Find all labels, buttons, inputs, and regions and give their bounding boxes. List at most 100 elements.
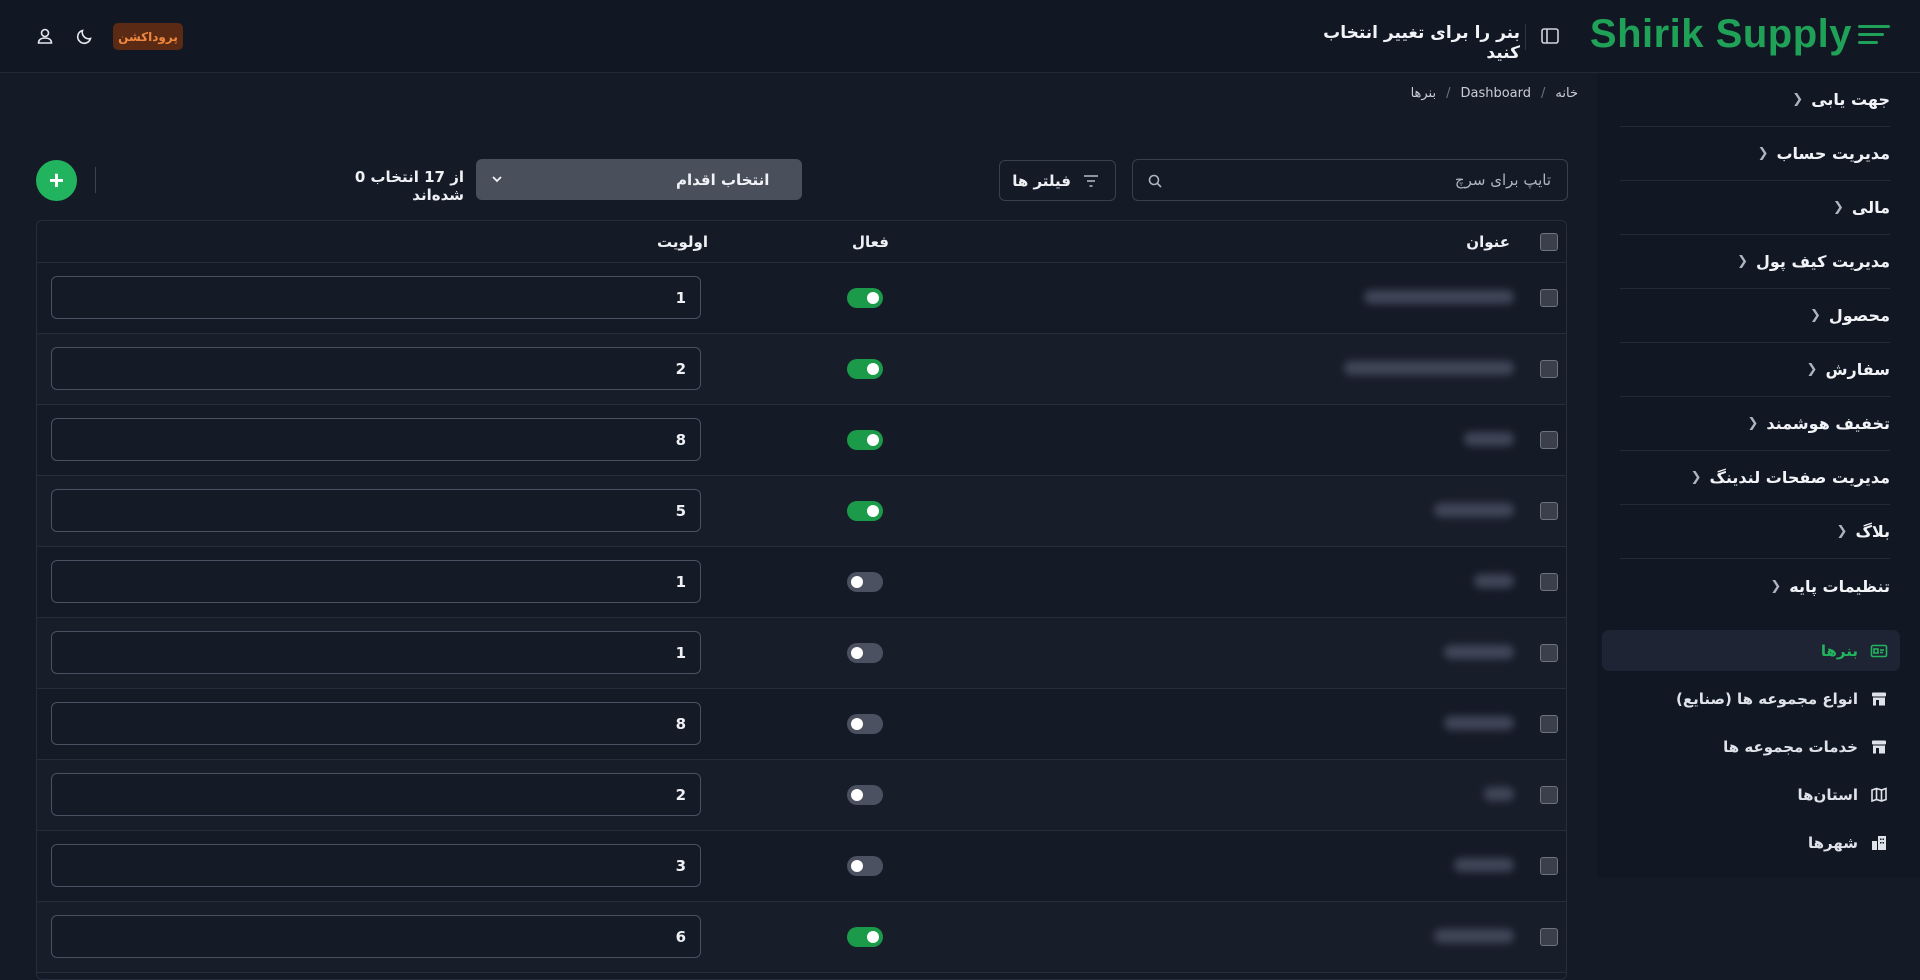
priority-input[interactable] — [51, 844, 701, 887]
sidebar-group-label: مدیریت صفحات لندینگ — [1709, 468, 1891, 487]
row-checkbox[interactable] — [1540, 928, 1558, 946]
sidebar: ❯ جهت یابی ❯ مدیریت حساب ❯ مالی ❯ مدیریت کیف… — [1597, 73, 1920, 878]
chevron-icon: ❯ — [1792, 92, 1804, 107]
store-icon — [1872, 692, 1886, 705]
active-toggle[interactable] — [847, 643, 883, 663]
sidebar-group-label: جهت یابی — [1811, 90, 1890, 109]
priority-input[interactable] — [51, 773, 701, 816]
row-title-blurred[interactable] — [1444, 645, 1514, 659]
user-icon[interactable] — [35, 26, 55, 46]
table-row — [37, 760, 1566, 831]
active-toggle[interactable] — [847, 572, 883, 592]
table-row — [37, 902, 1566, 973]
sidebar-group-blog[interactable]: ❯ بلاگ — [1620, 505, 1890, 559]
sidebar-item-industries[interactable]: انواع مجموعه ها (صنایع) — [1602, 678, 1900, 719]
action-select[interactable]: انتخاب اقدام — [476, 159, 802, 200]
moon-icon[interactable] — [75, 26, 95, 46]
row-checkbox[interactable] — [1540, 289, 1558, 307]
row-checkbox[interactable] — [1540, 857, 1558, 875]
priority-input[interactable] — [51, 560, 701, 603]
sidebar-group-orders[interactable]: ❯ سفارش — [1620, 343, 1890, 397]
active-toggle[interactable] — [847, 714, 883, 734]
search-icon — [1148, 174, 1162, 188]
filter-button[interactable]: فیلتر ها — [999, 160, 1116, 201]
sidebar-group-label: محصول — [1828, 306, 1890, 325]
toggle-knob — [867, 292, 879, 304]
logo[interactable]: Shirik Supply — [1590, 12, 1890, 57]
sidebar-group-label: مالی — [1851, 198, 1890, 217]
row-checkbox[interactable] — [1540, 360, 1558, 378]
priority-input[interactable] — [51, 489, 701, 532]
row-checkbox[interactable] — [1540, 786, 1558, 804]
breadcrumb-home[interactable]: خانه — [1555, 86, 1578, 101]
row-title-blurred[interactable] — [1484, 787, 1514, 801]
row-checkbox[interactable] — [1540, 502, 1558, 520]
chevron-icon: ❯ — [1747, 416, 1759, 431]
filter-icon — [1084, 174, 1098, 187]
table-row — [37, 334, 1566, 405]
active-toggle[interactable] — [847, 785, 883, 805]
row-title-blurred[interactable] — [1344, 361, 1514, 375]
chevron-icon: ❯ — [1832, 200, 1844, 215]
sidebar-item-cities[interactable]: شهرها — [1602, 822, 1900, 863]
sidebar-group-base-settings[interactable]: ❯ تنظیمات پایه — [1620, 559, 1890, 613]
select-all-checkbox[interactable] — [1540, 233, 1558, 251]
breadcrumb-dashboard[interactable]: Dashboard — [1460, 86, 1531, 101]
toggle-knob — [851, 860, 863, 872]
sidebar-item-banners[interactable]: بنرها — [1602, 630, 1900, 671]
priority-input[interactable] — [51, 276, 701, 319]
row-checkbox[interactable] — [1540, 715, 1558, 733]
sidebar-group-finance[interactable]: ❯ مالی — [1620, 181, 1890, 235]
sidebar-group-wallet[interactable]: ❯ مدیریت کیف پول — [1620, 235, 1890, 289]
active-toggle[interactable] — [847, 288, 883, 308]
logo-text: Shirik Supply — [1589, 12, 1852, 56]
row-checkbox[interactable] — [1540, 573, 1558, 591]
row-title-blurred[interactable] — [1434, 503, 1514, 517]
sidebar-group-accounts[interactable]: ❯ مدیریت حساب — [1620, 127, 1890, 181]
buildings-icon — [1872, 835, 1886, 850]
sidebar-item-label: خدمات مجموعه ها — [1723, 737, 1858, 756]
priority-input[interactable] — [51, 702, 701, 745]
add-banner-button[interactable]: + — [36, 160, 77, 201]
column-header-priority[interactable]: اولویت — [657, 233, 708, 251]
column-header-active[interactable]: فعال — [852, 233, 889, 251]
row-title-blurred[interactable] — [1474, 574, 1514, 588]
priority-input[interactable] — [51, 418, 701, 461]
sidebar-group-smart-discount[interactable]: ❯ تخفیف هوشمند — [1620, 397, 1890, 451]
row-title-blurred[interactable] — [1454, 858, 1514, 872]
sidebar-item-provinces[interactable]: استان‌ها — [1602, 774, 1900, 815]
row-title-blurred[interactable] — [1434, 929, 1514, 943]
toggle-knob — [867, 434, 879, 446]
toggle-knob — [867, 931, 879, 943]
priority-input[interactable] — [51, 347, 701, 390]
row-checkbox[interactable] — [1540, 431, 1558, 449]
breadcrumb-separator: / — [1541, 86, 1546, 101]
column-header-title[interactable]: عنوان — [1466, 233, 1510, 251]
active-toggle[interactable] — [847, 501, 883, 521]
active-toggle[interactable] — [847, 359, 883, 379]
row-checkbox[interactable] — [1540, 644, 1558, 662]
active-toggle[interactable] — [847, 856, 883, 876]
sidebar-group-orientation[interactable]: ❯ جهت یابی — [1620, 73, 1890, 127]
priority-input[interactable] — [51, 915, 701, 958]
active-toggle[interactable] — [847, 430, 883, 450]
sidebar-group-label: بلاگ — [1855, 522, 1890, 541]
sidebar-group-product[interactable]: ❯ محصول — [1620, 289, 1890, 343]
sidebar-group-label: مدیریت کیف پول — [1755, 252, 1890, 271]
page-title: بنر را برای تغییر انتخاب کنید — [1323, 23, 1520, 63]
row-title-blurred[interactable] — [1364, 290, 1514, 304]
active-toggle[interactable] — [847, 927, 883, 947]
sidebar-item-label: استان‌ها — [1797, 785, 1858, 804]
sidebar-toggle-icon[interactable] — [1540, 26, 1560, 46]
chevron-down-icon — [492, 176, 502, 183]
row-title-blurred[interactable] — [1444, 716, 1514, 730]
sidebar-item-services[interactable]: خدمات مجموعه ها — [1602, 726, 1900, 767]
store-icon — [1872, 740, 1886, 753]
table-row — [37, 831, 1566, 902]
row-title-blurred[interactable] — [1464, 432, 1514, 446]
search-input[interactable] — [1173, 160, 1553, 200]
priority-input[interactable] — [51, 631, 701, 674]
sidebar-group-landing-pages[interactable]: ❯ مدیریت صفحات لندینگ — [1620, 451, 1890, 505]
sidebar-group-label: مدیریت حساب — [1776, 144, 1890, 163]
filter-label: فیلتر ها — [1012, 171, 1071, 190]
